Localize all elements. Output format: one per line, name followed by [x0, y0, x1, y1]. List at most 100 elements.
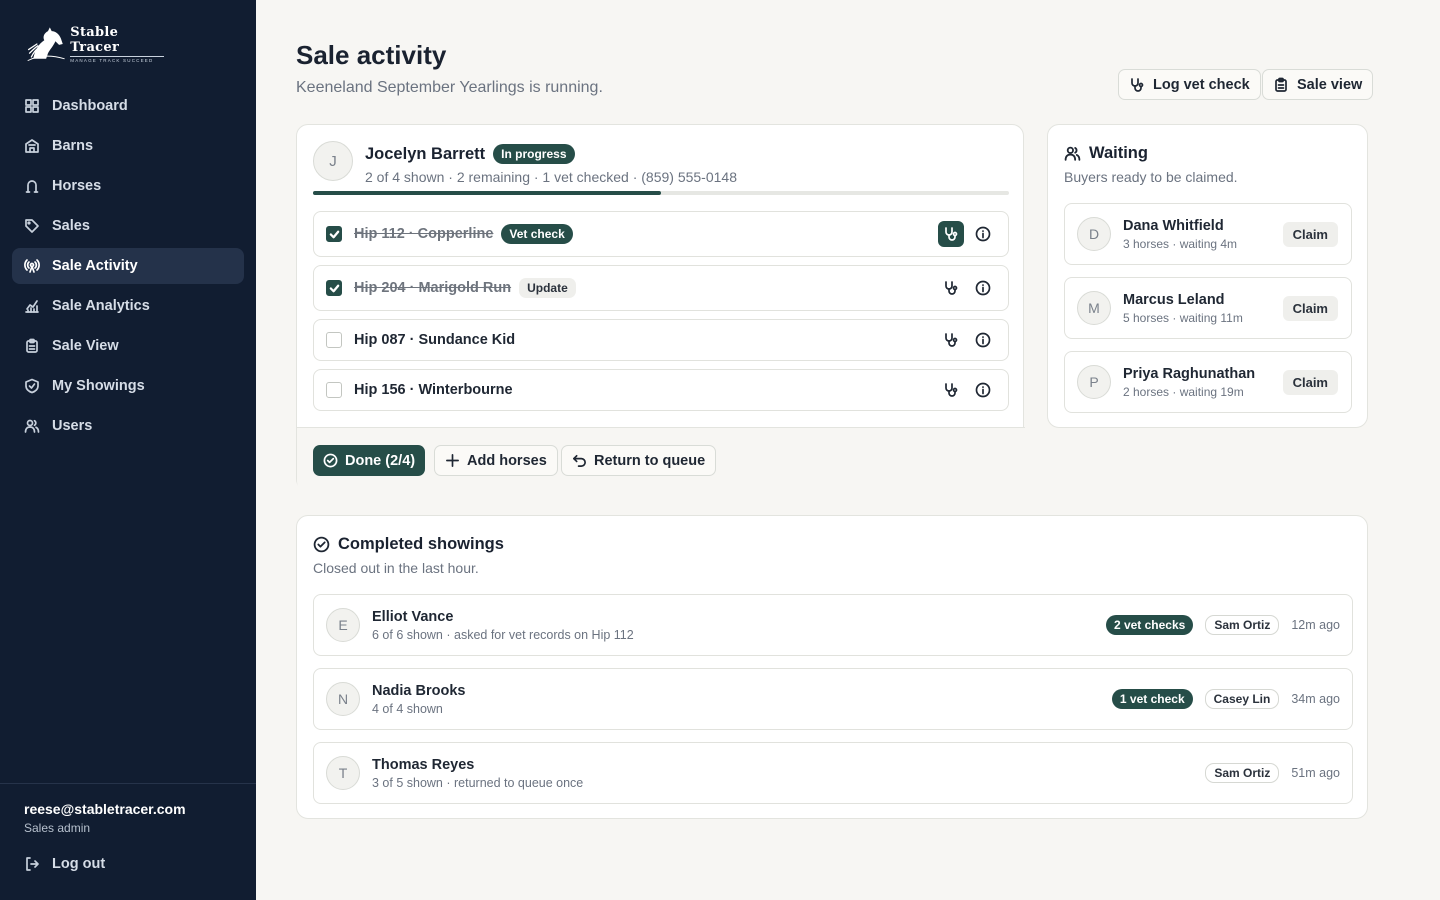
- sidebar-item-my-showings[interactable]: My Showings: [12, 368, 244, 404]
- claim-button[interactable]: Claim: [1282, 369, 1338, 395]
- agent-badge: Sam Ortiz: [1205, 763, 1280, 783]
- vet-check-badge: 2 vet checks: [1105, 615, 1194, 635]
- sidebar-item-label: Barns: [52, 138, 94, 154]
- hip-checkbox[interactable]: [326, 280, 342, 296]
- page-subtitle: Keeneland September Yearlings is running…: [296, 79, 603, 96]
- sidebar-item-label: Sale Analytics: [52, 298, 150, 314]
- waiting-buyer-row: D Dana Whitfield 3 horses · waiting 4m C…: [1064, 203, 1352, 265]
- building-icon: [25, 139, 39, 153]
- buyer-meta: 3 horses · waiting 4m: [1123, 236, 1238, 251]
- hip-label: Hip 156 · Winterbourne: [354, 382, 513, 398]
- buyer-name: Elliot Vance: [372, 608, 454, 625]
- sidebar-item-label: Users: [52, 418, 93, 434]
- chart-icon: [25, 300, 39, 313]
- add-horses-button[interactable]: Add horses: [434, 445, 558, 476]
- info-icon: [975, 280, 991, 296]
- horse-logo-icon: [27, 27, 65, 62]
- users-icon: [24, 419, 40, 433]
- undo-icon: [573, 454, 586, 467]
- customer-meta: 2 of 4 shown · 2 remaining · 1 vet check…: [365, 169, 737, 185]
- timestamp: 34m ago: [1291, 692, 1340, 706]
- hip-checkbox[interactable]: [326, 382, 342, 398]
- page-title: Sale activity: [296, 40, 447, 70]
- completed-subtitle: Closed out in the last hour.: [313, 560, 479, 576]
- completed-title-text: Completed showings: [338, 535, 504, 553]
- sidebar-divider: [0, 783, 256, 784]
- buyer-meta: 2 horses · waiting 19m: [1123, 384, 1244, 399]
- claim-button[interactable]: Claim: [1282, 221, 1338, 247]
- sidebar-item-sale-analytics[interactable]: Sale Analytics: [12, 288, 244, 324]
- active-showing-footer: Done (2/4) Add horses Return to queue: [297, 427, 1025, 493]
- sidebar-item-label: Horses: [52, 178, 102, 194]
- hip-checkbox[interactable]: [326, 226, 342, 242]
- timestamp: 12m ago: [1291, 618, 1340, 632]
- logout-button[interactable]: Log out: [24, 856, 105, 872]
- customer-name-text: Jocelyn Barrett: [365, 144, 486, 163]
- logout-icon: [26, 857, 39, 871]
- add-horses-label: Add horses: [467, 452, 547, 469]
- brand-logo[interactable]: Stable Tracer MANAGE TRACK SUCCEED: [24, 22, 164, 66]
- sidebar-item-label: Sales: [52, 218, 90, 234]
- vet-check-toggle[interactable]: [938, 327, 964, 353]
- sidebar-item-label: Dashboard: [52, 98, 128, 114]
- dashboard-icon: [25, 99, 39, 113]
- info-button[interactable]: [970, 377, 996, 403]
- sidebar-item-horses[interactable]: Horses: [12, 168, 244, 204]
- info-button[interactable]: [970, 275, 996, 301]
- user-role: Sales admin: [24, 821, 91, 835]
- showing-meta: 4 of 4 shown: [372, 701, 443, 716]
- claim-button[interactable]: Claim: [1282, 295, 1338, 321]
- stethoscope-icon: [945, 383, 958, 397]
- logout-label: Log out: [52, 856, 106, 872]
- sidebar-item-sale-activity[interactable]: Sale Activity: [12, 248, 244, 284]
- brand-name: Stable Tracer: [70, 25, 120, 55]
- log-vet-check-button[interactable]: Log vet check: [1118, 69, 1261, 100]
- status-badge: In progress: [493, 144, 575, 164]
- info-button[interactable]: [970, 221, 996, 247]
- avatar: E: [326, 608, 360, 642]
- avatar: J: [313, 141, 353, 181]
- agent-badge: Casey Lin: [1204, 689, 1280, 709]
- sidebar-item-sale-view[interactable]: Sale View: [12, 328, 244, 364]
- check-circle-icon: [313, 536, 330, 553]
- return-to-queue-button[interactable]: Return to queue: [561, 445, 717, 476]
- progress-fill: [313, 191, 661, 195]
- vet-check-toggle[interactable]: [938, 275, 964, 301]
- hip-label: Hip 087 · Sundance Kid: [354, 332, 516, 348]
- hip-row: Hip 087 · Sundance Kid: [313, 319, 1009, 361]
- avatar: T: [326, 756, 360, 790]
- progress-bar: [313, 191, 1009, 195]
- info-icon: [975, 226, 991, 242]
- check-circle-icon: [323, 453, 338, 468]
- info-button[interactable]: [970, 327, 996, 353]
- waiting-card: Waiting Buyers ready to be claimed. D Da…: [1047, 124, 1368, 428]
- completed-row[interactable]: N Nadia Brooks 4 of 4 shown 1 vet check …: [313, 668, 1353, 730]
- clipboard-icon: [26, 338, 38, 353]
- buyer-name: Priya Raghunathan: [1123, 365, 1256, 382]
- sidebar-item-users[interactable]: Users: [12, 408, 244, 444]
- hip-checkbox[interactable]: [326, 332, 342, 348]
- buyer-meta: 5 horses · waiting 11m: [1123, 310, 1243, 325]
- waiting-title: Waiting: [1064, 144, 1148, 163]
- completed-row[interactable]: E Elliot Vance 6 of 6 shown · asked for …: [313, 594, 1353, 656]
- sidebar-item-dashboard[interactable]: Dashboard: [12, 88, 244, 124]
- vet-check-toggle[interactable]: [938, 377, 964, 403]
- done-button[interactable]: Done (2/4): [313, 445, 426, 476]
- buyer-name: Thomas Reyes: [372, 756, 475, 773]
- buyer-name: Dana Whitfield: [1123, 217, 1224, 234]
- sale-view-button[interactable]: Sale view: [1262, 69, 1374, 100]
- hip-badge[interactable]: Update: [519, 278, 576, 298]
- sidebar-item-label: My Showings: [52, 378, 145, 394]
- completed-row[interactable]: T Thomas Reyes 3 of 5 shown · returned t…: [313, 742, 1353, 804]
- vet-check-badge: 1 vet check: [1111, 689, 1193, 709]
- sidebar-item-sales[interactable]: Sales: [12, 208, 244, 244]
- horseshoe-icon: [25, 180, 39, 193]
- brand-tagline: MANAGE TRACK SUCCEED: [70, 56, 164, 63]
- customer-name: Jocelyn Barrett In progress: [365, 144, 575, 164]
- stethoscope-icon: [945, 227, 958, 241]
- sidebar-item-barns[interactable]: Barns: [12, 128, 244, 164]
- info-icon: [975, 382, 991, 398]
- vet-check-toggle[interactable]: [938, 221, 964, 247]
- shield-icon: [25, 378, 39, 394]
- clipboard-icon: [1275, 77, 1287, 92]
